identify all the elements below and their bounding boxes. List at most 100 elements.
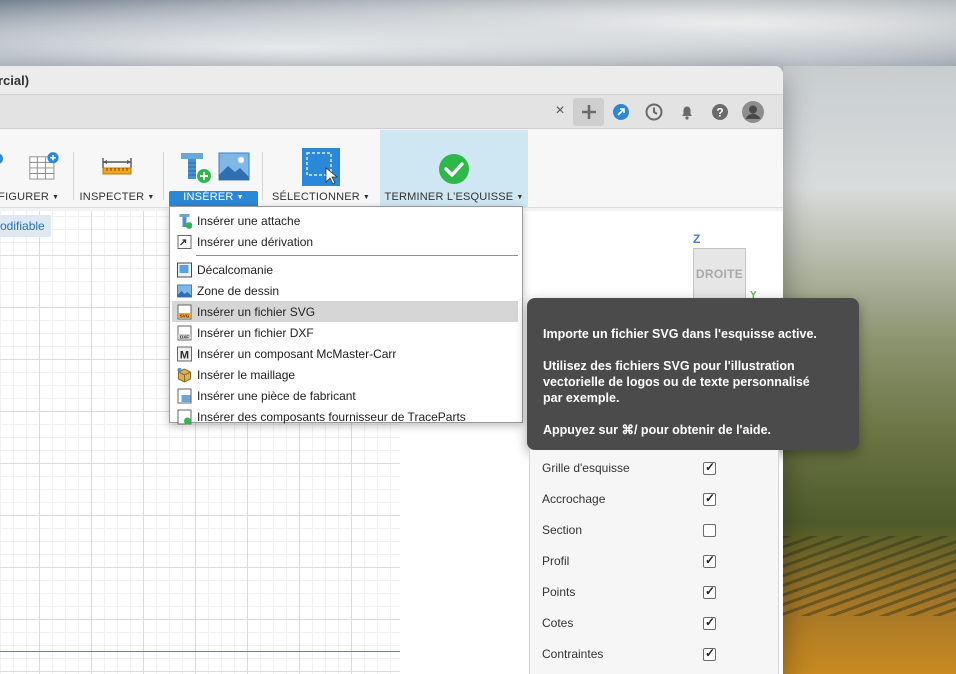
table-config-icon	[28, 152, 59, 180]
parameters-icon	[0, 153, 3, 164]
profil-checkbox[interactable]	[703, 553, 716, 568]
chevron-down-icon: ▼	[516, 194, 524, 201]
ribbon-divider	[262, 152, 263, 200]
palette-row-accrochage[interactable]: Accrochage	[542, 489, 762, 509]
ribbon-divider	[163, 152, 164, 200]
new-tab-button[interactable]	[573, 98, 604, 126]
points-checkbox[interactable]	[703, 584, 716, 599]
derive-icon	[177, 234, 192, 249]
grille-checkbox[interactable]	[703, 460, 716, 475]
inserer-dropdown-menu: Insérer une attache Insérer une dérivati…	[169, 206, 523, 424]
tooltip-detail-line: par exemple.	[543, 391, 620, 405]
select-cursor-icon	[302, 148, 340, 186]
palette-row-label: Cotes	[542, 616, 574, 630]
palette-row-section[interactable]: Section	[542, 520, 762, 540]
chevron-down-icon: ▼	[236, 194, 244, 201]
tab-bar: × ?	[0, 95, 783, 129]
palette-row-cotes[interactable]: Cotes	[542, 613, 762, 633]
menu-item-piece-fabricant[interactable]: Insérer une pièce de fabricant	[172, 385, 518, 406]
configurer-group[interactable]: NFIGURER▼	[0, 130, 63, 208]
tooltip-detail-line: vectorielle de logos ou de texte personn…	[543, 375, 810, 389]
menu-item-label: Insérer une dérivation	[197, 234, 314, 249]
clock-icon	[645, 103, 662, 121]
menu-item-inserer-svg[interactable]: SVG Insérer un fichier SVG	[172, 301, 518, 322]
canvas-image-icon	[177, 284, 192, 297]
menu-item-inserer-attache[interactable]: Insérer une attache	[172, 210, 518, 231]
menu-item-traceparts[interactable]: Insérer des composants fournisseur de Tr…	[172, 406, 518, 427]
terminer-esquisse-group[interactable]: TERMINER L'ESQUISSE ▼	[380, 130, 528, 208]
chevron-down-icon: ▼	[147, 194, 155, 201]
palette-row-label: Contraintes	[542, 647, 604, 661]
x-axis-line	[0, 651, 400, 652]
menu-item-label: Insérer des composants fournisseur de Tr…	[197, 409, 466, 424]
chevron-down-icon: ▼	[52, 194, 60, 201]
tabbar-actions: ?	[573, 97, 769, 127]
selectionner-label: SÉLECTIONNER	[271, 191, 360, 203]
extensions-icon	[612, 104, 629, 120]
notifications-button[interactable]	[670, 97, 703, 127]
tooltip-summary: Importe un fichier SVG dans l'esquisse a…	[543, 327, 817, 341]
profile-button[interactable]	[736, 97, 769, 127]
menu-item-label: Insérer un fichier DXF	[197, 325, 314, 340]
svg-file-icon: SVG	[177, 304, 192, 319]
ribbon-toolbar: NFIGURER▼ INSPECTER▼ INSÉRER▼	[0, 130, 783, 208]
mesh-icon	[177, 367, 191, 383]
close-tab-icon[interactable]: ×	[552, 103, 568, 119]
menu-item-decalcomanie[interactable]: Décalcomanie	[172, 259, 518, 280]
menu-item-label: Insérer une attache	[197, 213, 301, 228]
palette-row-label: Profil	[542, 554, 570, 568]
image-canvas-icon	[218, 152, 249, 181]
palette-row-profil[interactable]: Profil	[542, 551, 762, 571]
inserer-group[interactable]: INSÉRER ▼	[169, 130, 258, 208]
menu-item-inserer-derivation[interactable]: Insérer une dérivation	[172, 231, 518, 252]
mcmaster-icon: M	[177, 346, 192, 361]
help-button[interactable]: ?	[703, 97, 736, 127]
cotes-checkbox[interactable]	[703, 615, 716, 630]
extensions-button[interactable]	[604, 97, 637, 127]
menu-item-label: Décalcomanie	[197, 262, 274, 277]
terminer-label: TERMINER L'ESQUISSE	[384, 191, 514, 203]
insert-derive-icon	[180, 153, 211, 183]
menu-item-mcmaster-carr[interactable]: M Insérer un composant McMaster-Carr	[172, 343, 518, 364]
svg-text:SVG: SVG	[180, 313, 190, 318]
inserer-label: INSÉRER	[183, 191, 234, 203]
palette-row-label: Accrochage	[542, 492, 606, 506]
traceparts-icon	[177, 409, 192, 424]
decal-icon	[177, 262, 192, 277]
avatar-icon	[741, 101, 764, 123]
palette-row-points[interactable]: Points	[542, 582, 762, 602]
menu-item-label: Insérer une pièce de fabricant	[197, 388, 356, 403]
window-title: rcial)	[0, 72, 30, 88]
chevron-down-icon: ▼	[362, 194, 371, 201]
svg-text:DXF: DXF	[180, 334, 189, 339]
job-status-button[interactable]	[637, 97, 670, 127]
menu-item-label: Zone de dessin	[197, 283, 280, 298]
contraintes-checkbox[interactable]	[703, 646, 716, 661]
menu-item-inserer-dxf[interactable]: DXF Insérer un fichier DXF	[172, 322, 518, 343]
manufacturer-part-icon	[177, 388, 192, 403]
svg-tooltip: Importe un fichier SVG dans l'esquisse a…	[527, 298, 859, 450]
plus-icon	[581, 105, 596, 119]
palette-row-grille[interactable]: Grille d'esquisse	[542, 458, 762, 478]
title-bar: rcial)	[0, 66, 783, 95]
fastener-icon	[179, 213, 193, 229]
menu-item-zone-de-dessin[interactable]: Zone de dessin	[172, 280, 518, 301]
section-checkbox[interactable]	[703, 523, 716, 537]
accrochage-checkbox[interactable]	[703, 491, 716, 506]
menu-divider	[196, 255, 518, 256]
configurer-label: NFIGURER	[0, 191, 50, 203]
view-cube-face-label: DROITE	[695, 267, 744, 281]
palette-row-label: Section	[542, 523, 583, 537]
measure-icon	[102, 158, 132, 175]
menu-item-label: Insérer un composant McMaster-Carr	[197, 346, 397, 361]
tooltip-detail-line: Utilisez des fichiers SVG pour l'illustr…	[543, 359, 795, 373]
finish-checkmark-icon	[439, 154, 469, 184]
inspecter-label: INSPECTER	[79, 191, 145, 203]
inspecter-group[interactable]: INSPECTER ▼	[78, 130, 156, 208]
palette-row-contraintes[interactable]: Contraintes	[542, 644, 762, 664]
selectionner-group[interactable]: SÉLECTIONNER ▼	[270, 130, 372, 208]
ribbon-divider	[73, 152, 74, 200]
menu-item-inserer-maillage[interactable]: Insérer le maillage	[172, 364, 518, 385]
dxf-file-icon: DXF	[177, 325, 192, 340]
view-cube[interactable]: DROITE	[693, 248, 746, 300]
